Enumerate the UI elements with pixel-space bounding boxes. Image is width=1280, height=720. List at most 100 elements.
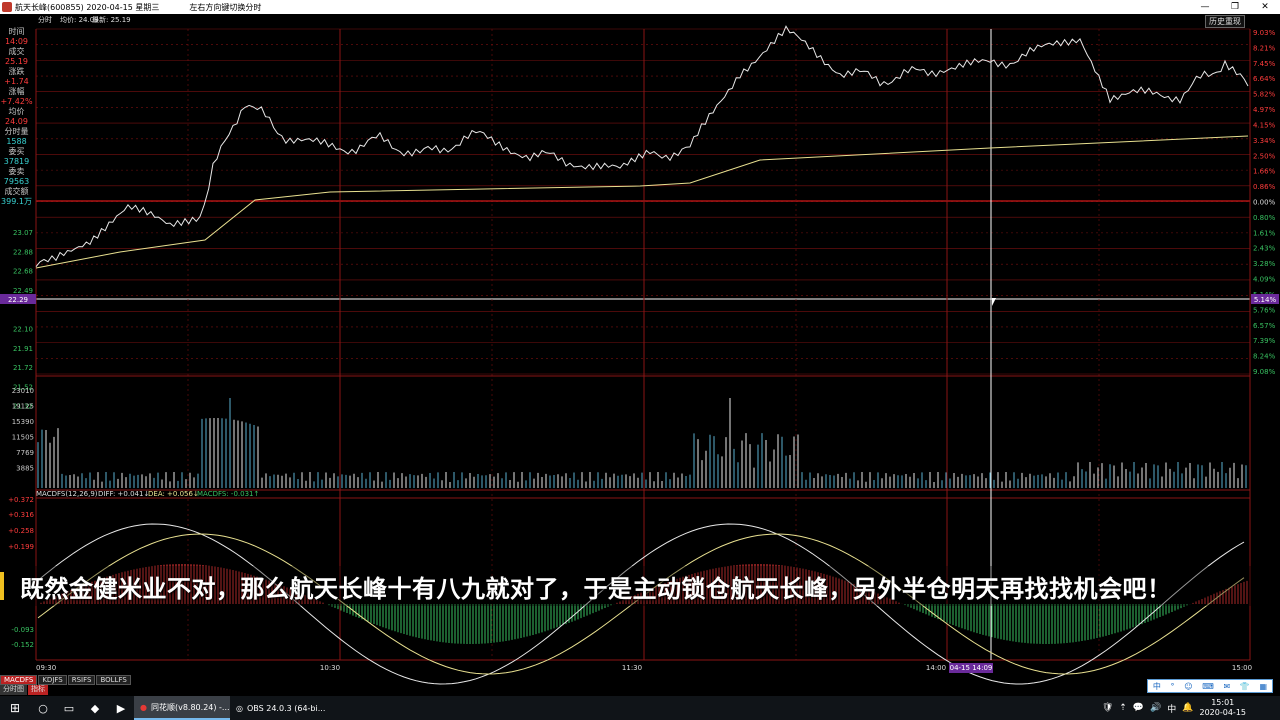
info-value: 24.09 xyxy=(5,117,28,126)
crosshair-left-label: 22.29 xyxy=(8,296,28,304)
info-label: 均价 xyxy=(8,107,25,116)
subtitle-text: 既然金健米业不对，那么航天长峰十有八九就对了，于是主动锁仓航天长峰，另外半仓明天… xyxy=(20,574,1172,603)
taskbar-app-tonghuashun[interactable]: ● 同花顺(v8.80.24) -... xyxy=(134,696,230,720)
volume-axis-label: 15390 xyxy=(12,418,34,426)
macd-axis-label: -0.152 xyxy=(11,641,34,649)
app-logo-icon xyxy=(2,2,12,12)
subtitle-accent-bar xyxy=(0,572,4,600)
ime-toolbar: 中 ° ☺ ⌨ ✉ 👕 ▦ xyxy=(1147,679,1273,693)
last-price-label: 最新: 25.19 xyxy=(92,15,131,24)
crosshair-right-label: 5.14% xyxy=(1254,296,1277,304)
info-value: 399.1万 xyxy=(1,197,32,206)
pct-axis-label: 0.00% xyxy=(1253,199,1276,207)
taskbar-app-obs[interactable]: ◎ OBS 24.0.3 (64-bi... xyxy=(230,696,326,720)
bottom-tabs: 分时图 指标 xyxy=(0,685,49,695)
tab-indicator[interactable]: 指标 xyxy=(28,685,48,695)
ime-skin-icon[interactable]: 👕 xyxy=(1240,682,1250,691)
windows-taskbar: ⊞ ○ ▭ ◆ ▶ ● 同花顺(v8.80.24) -... ◎ OBS 24.… xyxy=(0,696,1280,720)
taskbar-app-label: 同花顺(v8.80.24) -... xyxy=(150,702,230,712)
tab-macdfs[interactable]: MACDFS xyxy=(0,675,38,685)
macd-name-label: MACDFS(12,26,9) xyxy=(36,490,98,498)
tonghuashun-icon: ● xyxy=(140,702,147,712)
chat-icon[interactable]: 💬 xyxy=(1133,703,1144,713)
price-axis-label: 21.91 xyxy=(13,345,33,353)
price-axis-label: 22.49 xyxy=(13,287,33,295)
price-axis-label: 21.72 xyxy=(13,364,33,372)
info-value: 14:09 xyxy=(4,37,29,46)
media-player-icon[interactable]: ▶ xyxy=(108,696,134,720)
tab-kdjfs[interactable]: KDJFS xyxy=(38,675,67,685)
ime-keyboard-icon[interactable]: ⌨ xyxy=(1202,682,1214,691)
price-line xyxy=(35,25,1249,269)
info-label: 成交额 xyxy=(4,187,29,196)
notification-icon[interactable]: 🔔 xyxy=(1182,703,1193,713)
macd-axis-label: +0.372 xyxy=(8,496,34,504)
price-axis-label: 23.07 xyxy=(13,229,33,237)
antivirus-icon[interactable]: ◆ xyxy=(82,696,108,720)
pct-axis-label: 1.61% xyxy=(1253,229,1276,237)
pct-axis-label: 0.86% xyxy=(1253,183,1276,191)
macd-dea-label: DEA: +0.056↓ xyxy=(148,490,199,498)
volume-axis-label: 11505 xyxy=(12,434,34,442)
system-tray: 🛡 ⇡ 💬 🔊 中 🔔 15:01 2020-04-15 xyxy=(1102,698,1280,718)
pct-axis-label: 3.34% xyxy=(1253,137,1276,145)
price-axis-label: 22.88 xyxy=(13,248,33,256)
volume-axis-label: 3885 xyxy=(16,465,34,473)
time-axis-label: 10:30 xyxy=(320,664,340,672)
macd-axis-label: -0.093 xyxy=(11,626,34,634)
tab-timeshare[interactable]: 分时图 xyxy=(0,685,27,695)
pct-axis-label: 8.21% xyxy=(1253,44,1276,52)
tab-bollfs[interactable]: BOLLFS xyxy=(96,675,131,685)
macd-axis-label: +0.316 xyxy=(8,511,34,519)
pct-axis-label: 8.24% xyxy=(1253,353,1276,361)
task-view-icon[interactable]: ▭ xyxy=(56,696,82,720)
subtitle-banner: 既然金健米业不对，那么航天长峰十有八九就对了，于是主动锁仓航天长峰，另外半仓明天… xyxy=(0,566,1255,606)
quote-info-panel: 时间 14:09 成交 25.19 涨跌 +1.74 涨幅 +7.42% 均价 24.09 分时量 1… xyxy=(0,27,33,207)
title-bar: 航天长峰(600855) 2020-04-15 星期三 左右方向键切换分时 — … xyxy=(0,0,1280,14)
taskbar-app-label: OBS 24.0.3 (64-bi... xyxy=(246,703,326,713)
ime-emoji-icon[interactable]: ☺ xyxy=(1184,682,1192,691)
tab-rsifs[interactable]: RSIFS xyxy=(67,675,96,685)
pct-axis-label: 5.82% xyxy=(1253,91,1276,99)
time-axis-label: 15:00 xyxy=(1232,664,1252,672)
pct-axis-label: 4.97% xyxy=(1253,106,1276,114)
ime-punct-icon[interactable]: ° xyxy=(1171,682,1175,691)
tray-arrow-icon[interactable]: ⇡ xyxy=(1119,703,1127,713)
info-label: 委卖 xyxy=(8,167,25,176)
time-axis-label: 14:00 xyxy=(926,664,946,672)
volume-axis-label: 23010 xyxy=(12,387,34,395)
macd-macdfs-label: MACDFS: -0.031↑ xyxy=(197,490,259,498)
info-label: 成交 xyxy=(8,47,25,56)
time-cursor-label: 04-15 14:09 xyxy=(950,664,993,672)
macd-axis-label: +0.199 xyxy=(8,543,34,551)
obs-icon: ◎ xyxy=(236,703,243,713)
history-replay-button[interactable]: 历史重现 xyxy=(1205,15,1245,28)
pct-axis-label: 6.64% xyxy=(1253,75,1276,83)
search-icon[interactable]: ○ xyxy=(30,696,56,720)
ime-mail-icon[interactable]: ✉ xyxy=(1223,682,1230,691)
clock-date: 2020-04-15 xyxy=(1199,708,1247,717)
close-button[interactable]: ✕ xyxy=(1250,2,1280,12)
input-method-icon[interactable]: 中 xyxy=(1167,702,1176,715)
pct-axis-label: 2.50% xyxy=(1253,152,1276,160)
info-label: 涨幅 xyxy=(8,87,25,96)
volume-icon[interactable]: 🔊 xyxy=(1150,703,1161,713)
ime-chinese-icon[interactable]: 中 xyxy=(1153,681,1161,692)
window-hint: 左右方向键切换分时 xyxy=(189,2,262,12)
maximize-button[interactable]: ❐ xyxy=(1220,2,1250,12)
macd-axis-label: +0.258 xyxy=(8,527,34,535)
start-button[interactable]: ⊞ xyxy=(0,701,30,715)
mouse-cursor-icon xyxy=(992,298,1000,306)
security-icon[interactable]: 🛡 xyxy=(1102,703,1113,713)
ime-grid-icon[interactable]: ▦ xyxy=(1260,682,1268,691)
taskbar-clock[interactable]: 15:01 2020-04-15 xyxy=(1200,698,1247,718)
chart-mode-label: 分时 xyxy=(38,15,52,24)
pct-axis-label: 4.09% xyxy=(1253,276,1276,284)
time-axis-label: 09:30 xyxy=(36,664,56,672)
minimize-button[interactable]: — xyxy=(1190,2,1220,12)
info-label: 分时量 xyxy=(4,127,29,136)
window-title: 航天长峰(600855) 2020-04-15 星期三 xyxy=(15,2,160,12)
macd-diff-label: DIFF: +0.041↓ xyxy=(98,490,149,498)
info-value: 79563 xyxy=(3,177,30,186)
price-axis-label: 22.10 xyxy=(13,326,33,334)
